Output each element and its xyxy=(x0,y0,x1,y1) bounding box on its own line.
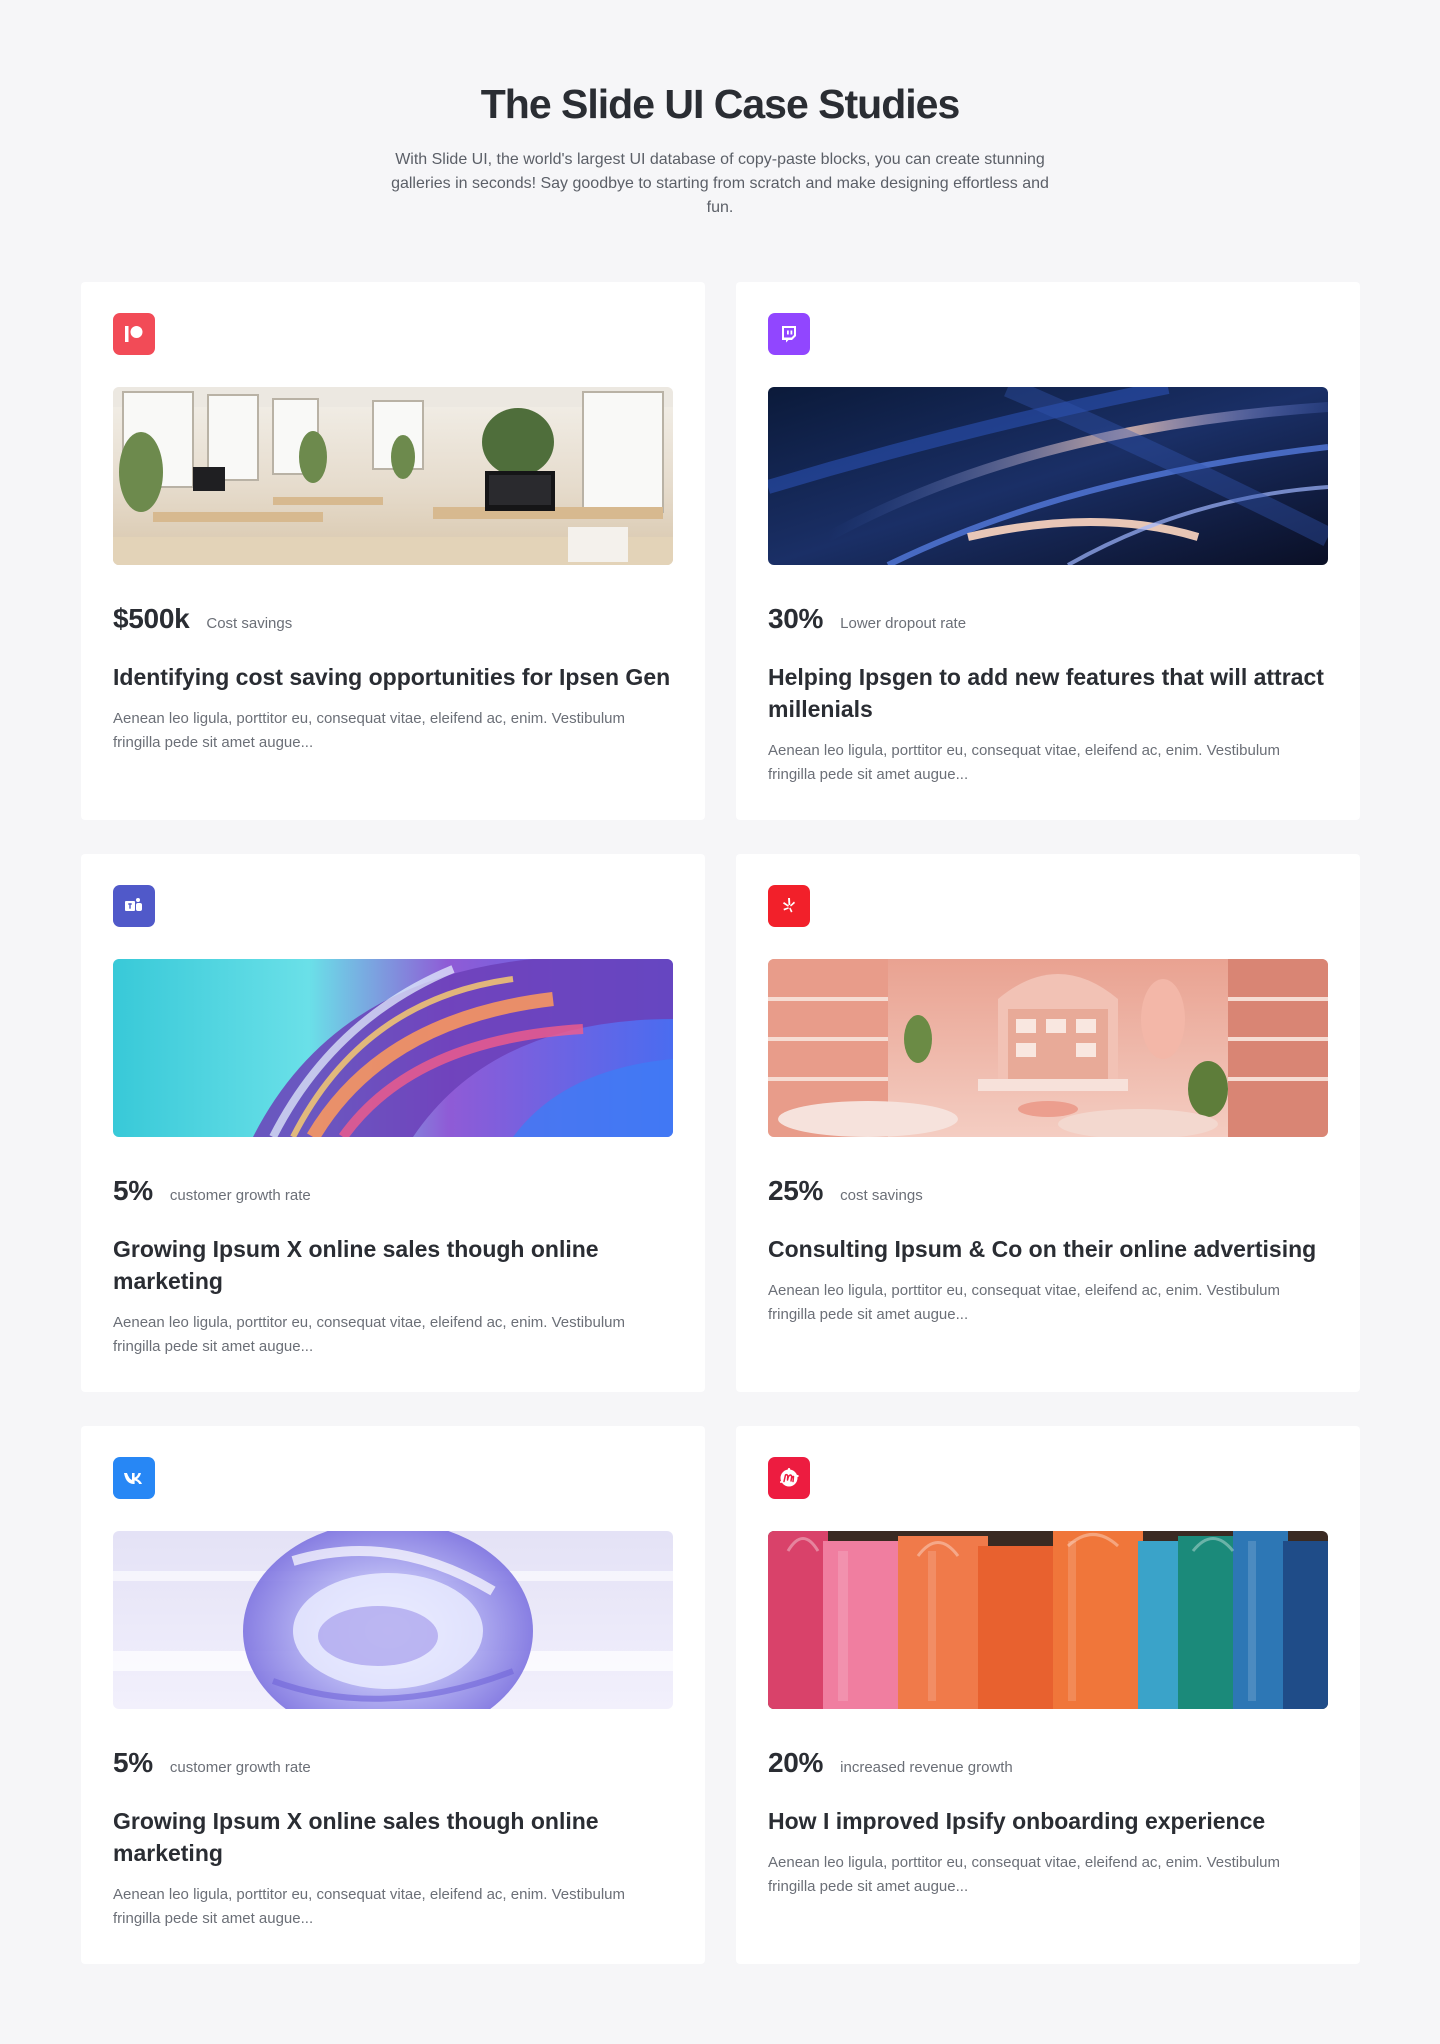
metric-row: 5% customer growth rate xyxy=(113,1747,673,1783)
case-study-title[interactable]: Growing Ipsum X online sales though onli… xyxy=(113,1233,673,1297)
company-logo xyxy=(113,885,155,927)
case-study-card[interactable]: 25% cost savings Consulting Ipsum & Co o… xyxy=(736,854,1360,1392)
metric-value: 20% xyxy=(768,1747,824,1778)
case-study-title[interactable]: How I improved Ipsify onboarding experie… xyxy=(768,1805,1328,1837)
metric-label: Cost savings xyxy=(206,615,293,632)
metric-value: 5% xyxy=(113,1747,153,1778)
case-study-title[interactable]: Consulting Ipsum & Co on their online ad… xyxy=(768,1233,1328,1265)
case-study-card[interactable]: 20% increased revenue growth How I impro… xyxy=(736,1426,1360,1964)
company-logo xyxy=(113,313,155,355)
meetup-icon xyxy=(777,1466,801,1490)
case-study-image xyxy=(768,1531,1328,1709)
case-study-title[interactable]: Growing Ipsum X online sales though onli… xyxy=(113,1805,673,1869)
case-study-image xyxy=(113,1531,673,1709)
case-study-image xyxy=(768,387,1328,565)
twitch-icon xyxy=(778,323,800,345)
section-header: The Slide UI Case Studies With Slide UI,… xyxy=(0,0,1440,220)
vk-icon xyxy=(122,1467,146,1489)
case-studies-page: The Slide UI Case Studies With Slide UI,… xyxy=(0,0,1440,2044)
case-study-card[interactable]: 5% customer growth rate Growing Ipsum X … xyxy=(81,854,705,1392)
metric-value: 5% xyxy=(113,1175,153,1206)
company-logo xyxy=(768,313,810,355)
metric-row: 30% Lower dropout rate xyxy=(768,603,1328,639)
case-study-description: Aenean leo ligula, porttitor eu, consequ… xyxy=(768,1282,1280,1323)
metric-row: $500k Cost savings xyxy=(113,603,673,639)
metric-label: customer growth rate xyxy=(169,1759,311,1776)
company-logo xyxy=(113,1457,155,1499)
company-logo xyxy=(768,885,810,927)
yelp-icon xyxy=(778,895,800,917)
case-study-card[interactable]: $500k Cost savings Identifying cost savi… xyxy=(81,282,705,820)
company-logo xyxy=(768,1457,810,1499)
metric-row: 5% customer growth rate xyxy=(113,1175,673,1211)
case-study-image xyxy=(113,959,673,1137)
abstract-glass-loop-image xyxy=(113,1531,673,1709)
metric-label: Lower dropout rate xyxy=(840,615,967,632)
metric-label: increased revenue growth xyxy=(840,1759,1013,1776)
microsoft-teams-icon xyxy=(123,895,145,917)
metric-value: 25% xyxy=(768,1175,824,1206)
office-interior-image xyxy=(113,387,673,565)
colorful-shopping-bags-image xyxy=(768,1531,1328,1709)
case-study-description: Aenean leo ligula, porttitor eu, consequ… xyxy=(113,1886,625,1927)
abstract-blue-streaks-image xyxy=(768,387,1328,565)
pink-store-interior-image xyxy=(768,959,1328,1137)
case-study-image xyxy=(768,959,1328,1137)
case-study-title[interactable]: Identifying cost saving opportunities fo… xyxy=(113,661,673,693)
case-study-title[interactable]: Helping Ipsgen to add new features that … xyxy=(768,661,1328,725)
case-study-card[interactable]: 30% Lower dropout rate Helping Ipsgen to… xyxy=(736,282,1360,820)
metric-value: $500k xyxy=(113,603,190,634)
page-title: The Slide UI Case Studies xyxy=(480,81,961,127)
metric-value: 30% xyxy=(768,603,824,634)
metric-label: customer growth rate xyxy=(169,1187,311,1204)
metric-label: cost savings xyxy=(840,1187,923,1204)
metric-row: 20% increased revenue growth xyxy=(768,1747,1328,1783)
patreon-icon xyxy=(123,323,145,345)
abstract-iridescent-swirl-image xyxy=(113,959,673,1137)
case-study-description: Aenean leo ligula, porttitor eu, consequ… xyxy=(768,1854,1280,1895)
case-study-description: Aenean leo ligula, porttitor eu, consequ… xyxy=(768,742,1280,783)
case-study-description: Aenean leo ligula, porttitor eu, consequ… xyxy=(113,710,625,751)
metric-row: 25% cost savings xyxy=(768,1175,1328,1211)
case-study-card[interactable]: 5% customer growth rate Growing Ipsum X … xyxy=(81,1426,705,1964)
case-study-image xyxy=(113,387,673,565)
case-study-grid: $500k Cost savings Identifying cost savi… xyxy=(81,282,1360,1964)
case-study-description: Aenean leo ligula, porttitor eu, consequ… xyxy=(113,1314,625,1355)
page-subtitle: With Slide UI, the world's largest UI da… xyxy=(391,151,1049,216)
